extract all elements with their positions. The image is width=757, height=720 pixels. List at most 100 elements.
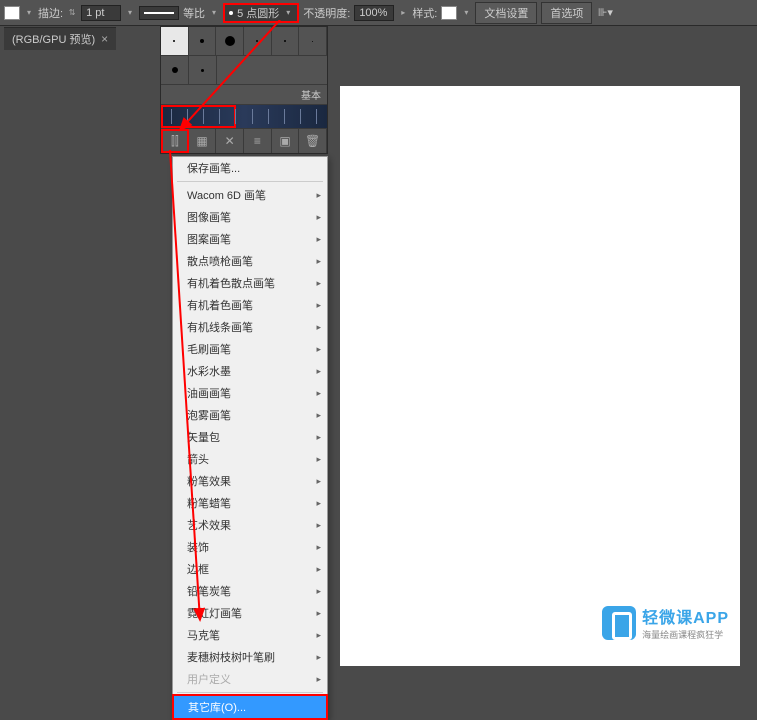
brush-thumb-7[interactable] [161, 56, 189, 84]
tab-title: (RGB/GPU 预览) [12, 31, 95, 47]
menu-item-label: 装饰 [187, 539, 209, 555]
watermark: 轻微课APP 海量绘画课程疯狂学 [602, 604, 729, 641]
menu-item: 用户定义 [173, 668, 327, 690]
opacity-input[interactable] [354, 5, 394, 21]
brush-panel-tools: ⫿⫿ ▦ ✕ ≡ ▣ 🗑 [161, 129, 327, 153]
workspace [0, 50, 757, 661]
menu-item[interactable]: 装饰 [173, 536, 327, 558]
delete-brush-icon[interactable]: 🗑 [299, 129, 327, 153]
opacity-dropdown[interactable]: ▸ [398, 6, 408, 20]
menu-item-label: 有机着色画笔 [187, 297, 253, 313]
menu-item[interactable]: 油画画笔 [173, 382, 327, 404]
menu-item[interactable]: 艺术效果 [173, 514, 327, 536]
style-label: 样式: [412, 5, 437, 21]
menu-item-label: 保存画笔... [187, 160, 240, 176]
menu-item[interactable]: 保存画笔... [173, 157, 327, 179]
menu-item[interactable]: Wacom 6D 画笔 [173, 184, 327, 206]
menu-item-label: 用户定义 [187, 671, 231, 687]
profile-dropdown[interactable]: ▾ [209, 6, 219, 20]
menu-item[interactable]: 有机着色散点画笔 [173, 272, 327, 294]
menu-item[interactable]: 散点喷枪画笔 [173, 250, 327, 272]
menu-item-label: 边框 [187, 561, 209, 577]
stroke-dropdown[interactable]: ▾ [125, 6, 135, 20]
menu-item[interactable]: 图案画笔 [173, 228, 327, 250]
menu-item[interactable]: 粉笔效果 [173, 470, 327, 492]
menu-item[interactable]: 马克笔 [173, 624, 327, 646]
menu-item-label: 霓虹灯画笔 [187, 605, 242, 621]
brush-thumb-8[interactable] [189, 56, 217, 84]
stroke-weight-input[interactable] [81, 5, 121, 21]
doc-setup-button[interactable]: 文档设置 [475, 2, 537, 24]
brush-preview-icon [229, 11, 233, 15]
menu-item[interactable]: 矢量包 [173, 426, 327, 448]
menu-separator [177, 181, 323, 182]
brushes-panel: 基本 ⫿⫿ ▦ ✕ ≡ ▣ 🗑 [160, 26, 328, 154]
menu-item-label: 图案画笔 [187, 231, 231, 247]
stroke-profile-preview[interactable] [139, 6, 179, 20]
menu-item[interactable]: 箭头 [173, 448, 327, 470]
fill-dropdown[interactable]: ▾ [24, 6, 34, 20]
menu-item-label: 有机线条画笔 [187, 319, 253, 335]
menu-item-label: 马克笔 [187, 627, 220, 643]
menu-separator [177, 692, 323, 693]
menu-item[interactable]: 毛刷画笔 [173, 338, 327, 360]
opacity-label: 不透明度: [303, 5, 350, 21]
menu-item[interactable]: 霓虹灯画笔 [173, 602, 327, 624]
remove-stroke-icon[interactable]: ✕ [216, 129, 244, 153]
stroke-stepper-icon[interactable]: ⇅ [67, 6, 77, 20]
stroke-label: 描边: [38, 5, 63, 21]
profile-label: 等比 [183, 5, 205, 21]
style-swatch[interactable] [441, 6, 457, 20]
menu-item-label: 水彩水墨 [187, 363, 231, 379]
menu-item-label: 粉笔蜡笔 [187, 495, 231, 511]
watermark-title: 轻微课APP [642, 604, 729, 628]
menu-item-label: 毛刷画笔 [187, 341, 231, 357]
document-tab[interactable]: (RGB/GPU 预览) × [4, 27, 116, 50]
new-brush-icon[interactable]: ▣ [272, 129, 300, 153]
menu-item[interactable]: 水彩水墨 [173, 360, 327, 382]
brush-thumb-3[interactable] [216, 27, 244, 55]
brush-dropdown-icon: ▾ [283, 6, 293, 20]
menu-item[interactable]: 图像画笔 [173, 206, 327, 228]
brush-size-slider[interactable] [161, 105, 327, 129]
prefs-button[interactable]: 首选项 [541, 2, 592, 24]
style-dropdown[interactable]: ▾ [461, 6, 471, 20]
brush-thumb-1[interactable] [161, 27, 189, 55]
document-tab-bar: (RGB/GPU 预览) × [0, 26, 757, 50]
brush-libraries-menu-button[interactable]: ⫿⫿ [161, 129, 189, 153]
menu-item[interactable]: 边框 [173, 558, 327, 580]
artboard[interactable] [340, 86, 740, 666]
menu-item[interactable]: 其它库(O)... [172, 694, 328, 720]
menu-item-label: 粉笔效果 [187, 473, 231, 489]
brush-options-icon[interactable]: ≡ [244, 129, 272, 153]
brush-thumbnails-row-2 [161, 56, 327, 85]
brush-library-menu: 保存画笔... Wacom 6D 画笔图像画笔图案画笔散点喷枪画笔有机着色散点画笔… [172, 156, 328, 720]
top-toolbar: ▾ 描边: ⇅ ▾ 等比 ▾ 5 点圆形 ▾ 不透明度: ▸ 样式: ▾ 文档设… [0, 0, 757, 26]
brush-basic-label: 基本 [301, 87, 321, 102]
fill-swatch[interactable] [4, 6, 20, 20]
brush-selector[interactable]: 5 点圆形 ▾ [223, 3, 299, 23]
watermark-app-icon [602, 606, 636, 640]
menu-item[interactable]: 有机线条画笔 [173, 316, 327, 338]
brush-thumb-2[interactable] [189, 27, 217, 55]
menu-item-label: 油画画笔 [187, 385, 231, 401]
menu-item-label: 铅笔炭笔 [187, 583, 231, 599]
menu-item-label: 有机着色散点画笔 [187, 275, 275, 291]
menu-item-label: 泡雾画笔 [187, 407, 231, 423]
menu-item-label: 矢量包 [187, 429, 220, 445]
brush-thumb-4[interactable] [244, 27, 272, 55]
menu-item[interactable]: 泡雾画笔 [173, 404, 327, 426]
align-icon[interactable]: ⊪▾ [596, 4, 614, 22]
menu-item-label: Wacom 6D 画笔 [187, 187, 266, 203]
menu-item-label: 艺术效果 [187, 517, 231, 533]
brush-thumb-6[interactable] [299, 27, 327, 55]
menu-item-label: 箭头 [187, 451, 209, 467]
menu-item[interactable]: 有机着色画笔 [173, 294, 327, 316]
brush-library-icon[interactable]: ▦ [189, 129, 217, 153]
brush-thumb-5[interactable] [272, 27, 300, 55]
menu-item-label: 散点喷枪画笔 [187, 253, 253, 269]
menu-item[interactable]: 铅笔炭笔 [173, 580, 327, 602]
menu-item[interactable]: 粉笔蜡笔 [173, 492, 327, 514]
menu-item[interactable]: 麦穗树枝树叶笔刷 [173, 646, 327, 668]
close-icon[interactable]: × [101, 32, 108, 46]
